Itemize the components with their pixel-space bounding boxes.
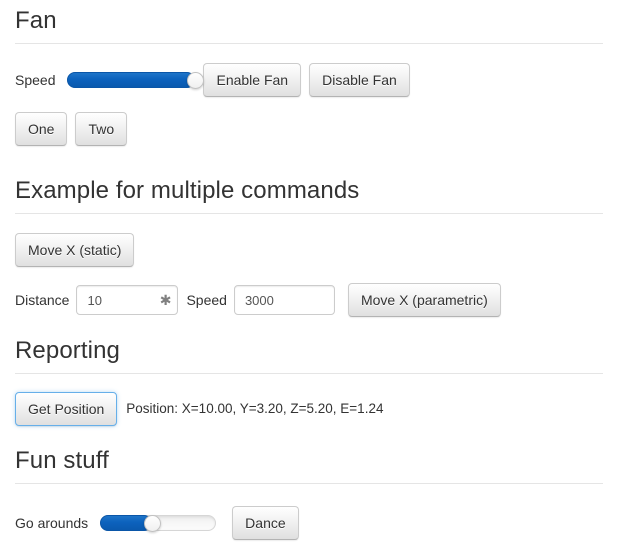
go-arounds-slider[interactable]	[100, 514, 217, 532]
speed-input[interactable]	[233, 285, 335, 315]
page-title-fan: Fan	[15, 7, 57, 34]
heading-divider-fun-stuff	[15, 483, 603, 485]
section-fun-stuff: Fun stuff	[15, 447, 603, 485]
disable-fan-button[interactable]: Disable Fan	[309, 63, 410, 97]
go-arounds-slider-handle[interactable]	[143, 514, 161, 532]
speed-label: Speed	[186, 292, 227, 308]
section-fan: Fan	[15, 7, 603, 45]
fan-preset-one-button[interactable]: One	[15, 112, 68, 146]
page-title-fun-stuff: Fun stuff	[15, 447, 109, 474]
reporting-row: Get Position Position: X=10.00, Y=3.20, …	[15, 392, 383, 426]
heading-divider-fan	[15, 43, 603, 45]
fun-stuff-row: Go arounds Dance	[15, 506, 299, 540]
control-panel-page: Fan Speed Enable Fan Disable Fan One Two…	[0, 0, 618, 558]
distance-field-wrap: ✱	[76, 285, 179, 315]
asterisk-icon[interactable]: ✱	[160, 293, 172, 307]
section-multiple-commands: Example for multiple commands	[15, 177, 603, 215]
fan-preset-row: One Two	[15, 112, 128, 146]
heading-divider-multiple-commands	[15, 213, 603, 215]
move-static-row: Move X (static)	[15, 233, 135, 267]
go-arounds-label: Go arounds	[15, 515, 89, 531]
fan-speed-label: Speed	[15, 72, 56, 88]
section-reporting: Reporting	[15, 337, 603, 375]
move-x-static-button[interactable]: Move X (static)	[15, 233, 135, 267]
fan-speed-slider-fill	[67, 72, 196, 88]
fan-speed-slider[interactable]	[67, 71, 204, 89]
distance-label: Distance	[15, 292, 70, 308]
position-status-text: Position: X=10.00, Y=3.20, Z=5.20, E=1.2…	[126, 401, 384, 417]
move-parametric-row: Distance ✱ Speed Move X (parametric)	[15, 283, 501, 317]
heading-divider-reporting	[15, 373, 603, 375]
page-title-multiple-commands: Example for multiple commands	[15, 177, 360, 204]
page-title-reporting: Reporting	[15, 337, 120, 364]
fan-speed-slider-handle[interactable]	[186, 71, 204, 89]
enable-fan-button[interactable]: Enable Fan	[203, 63, 302, 97]
dance-button[interactable]: Dance	[232, 506, 299, 540]
move-x-parametric-button[interactable]: Move X (parametric)	[347, 283, 501, 317]
fan-preset-two-button[interactable]: Two	[75, 112, 128, 146]
fan-speed-row: Speed Enable Fan Disable Fan	[15, 63, 410, 97]
get-position-button[interactable]: Get Position	[15, 392, 118, 426]
